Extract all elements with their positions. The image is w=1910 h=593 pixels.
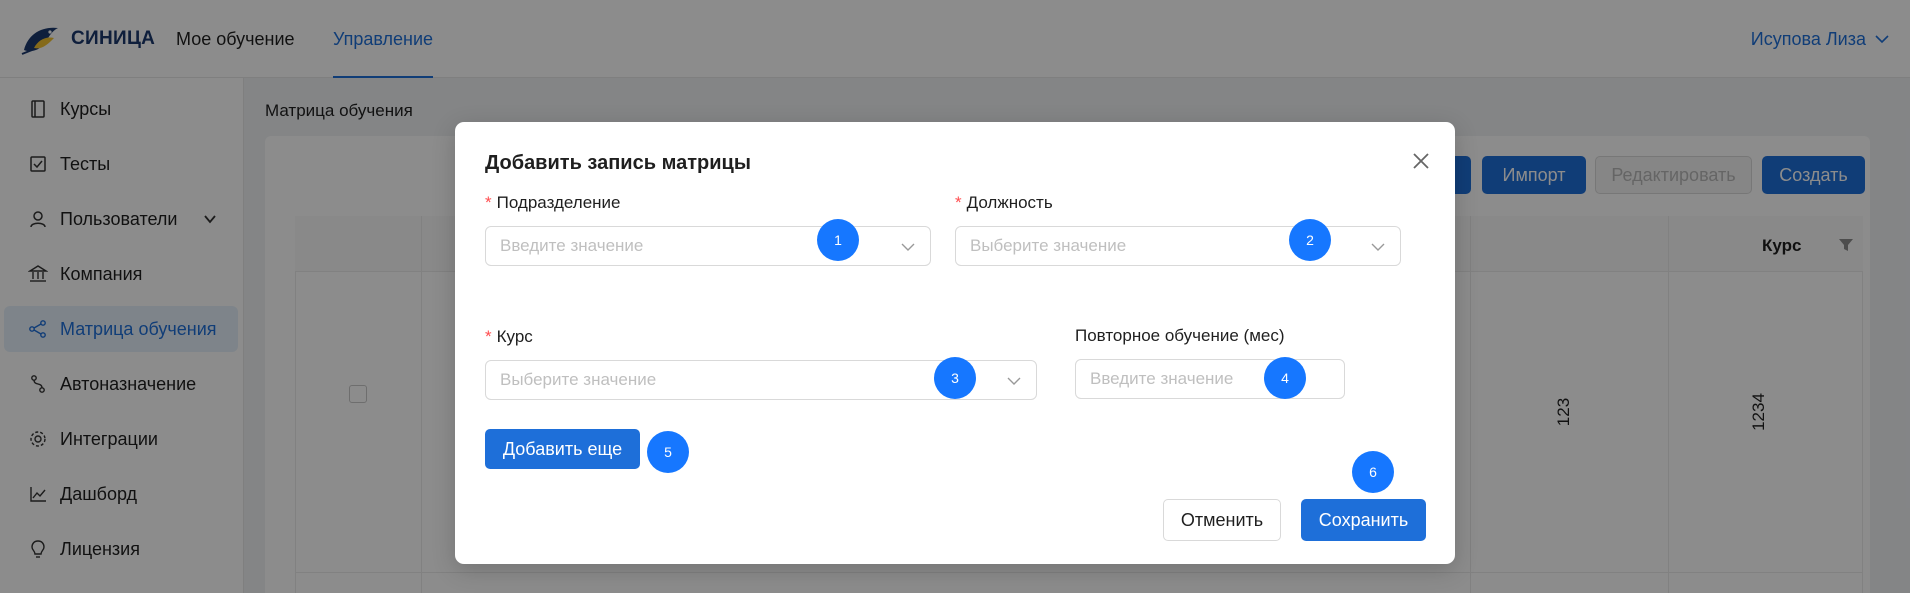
position-label: * Должность [955,193,1053,213]
division-placeholder: Введите значение [500,236,644,255]
retraining-label: Повторное обучение (мес) [1075,326,1285,345]
close-button[interactable] [1408,148,1434,174]
chevron-down-icon [1007,377,1021,385]
position-placeholder: Выберите значение [970,236,1127,255]
add-more-button[interactable]: Добавить еще [485,429,640,469]
cancel-button[interactable]: Отменить [1163,499,1281,541]
division-label: * Подразделение [485,193,621,213]
position-label-text: Должность [966,193,1053,212]
close-icon [1413,153,1429,169]
required-mark: * [485,193,492,212]
required-mark: * [955,193,962,212]
division-label-text: Подразделение [496,193,621,212]
required-mark: * [485,327,492,346]
annotation-marker-5: 5 [647,431,689,473]
save-button[interactable]: Сохранить [1301,499,1426,541]
chevron-down-icon [901,243,915,251]
annotation-marker-3: 3 [934,357,976,399]
annotation-marker-6: 6 [1352,451,1394,493]
annotation-marker-4: 4 [1264,357,1306,399]
add-matrix-entry-modal: Добавить запись матрицы * Подразделение В… [455,122,1455,564]
annotation-marker-1: 1 [817,219,859,261]
annotation-marker-2: 2 [1289,219,1331,261]
course-label-text: Курс [496,327,533,346]
chevron-down-icon [1371,243,1385,251]
modal-title: Добавить запись матрицы [485,152,751,174]
position-select[interactable]: Выберите значение [955,226,1401,266]
course-placeholder: Выберите значение [500,370,657,389]
course-label: * Курс [485,327,533,347]
division-select[interactable]: Введите значение [485,226,931,266]
retraining-placeholder: Введите значение [1090,369,1234,388]
